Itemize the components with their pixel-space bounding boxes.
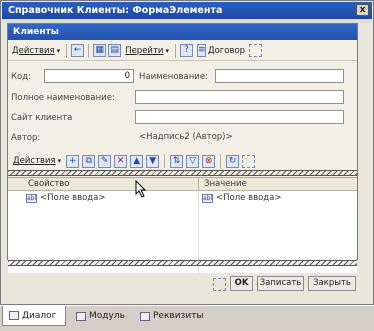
toolbar-separator — [164, 154, 166, 168]
mouse-cursor-icon — [135, 180, 147, 198]
goto-menu-label: Перейти — [125, 45, 164, 56]
toolbar-separator — [66, 43, 68, 58]
form-panel[interactable]: Клиенты Действия ▾ ← ▦ ▤ Перейти ▾ ? ≡ Д… — [7, 23, 358, 291]
resize-handle[interactable] — [8, 170, 357, 176]
move-down-icon[interactable]: ▼ — [146, 154, 160, 168]
value-cell[interactable]: abl <Поле ввода> — [202, 192, 282, 204]
table-actions-label: Действия — [13, 156, 56, 166]
add-row-icon[interactable]: + — [66, 154, 80, 168]
site-label: Сайт клиента — [11, 113, 73, 123]
site-field[interactable] — [135, 110, 344, 124]
outer-window-title: Справочник Клиенты: ФормаЭлемента — [8, 5, 223, 16]
tree-icon[interactable]: ▤ — [108, 44, 122, 57]
edit-row-icon[interactable]: ✎ — [98, 154, 112, 168]
back-arrow-icon[interactable]: ← — [71, 44, 85, 57]
name-field[interactable] — [215, 69, 344, 83]
toolbar-separator — [174, 43, 176, 58]
form-toolbar: Действия ▾ ← ▦ ▤ Перейти ▾ ? ≡ Договор — [8, 41, 357, 61]
copy-row-icon[interactable]: ⧉ — [82, 154, 96, 168]
toolbar-separator — [220, 154, 222, 168]
outer-titlebar: Справочник Клиенты: ФормаЭлемента x — [2, 2, 372, 19]
dotted-frame-icon[interactable] — [242, 154, 256, 168]
form-button-bar: OK Записать Закрыть — [8, 273, 359, 297]
refresh-icon[interactable]: ↻ — [226, 154, 240, 168]
name-label: Наименование: — [139, 72, 208, 82]
dotted-frame-icon[interactable] — [213, 278, 226, 291]
contract-button[interactable]: ≡ Договор — [195, 43, 247, 59]
property-cell-text: <Поле ввода> — [40, 193, 106, 203]
dialog-icon — [9, 311, 19, 320]
tab-attributes-label: Реквизиты — [153, 311, 204, 321]
code-label: Код: — [11, 72, 31, 82]
chevron-down-icon: ▾ — [57, 157, 62, 165]
tab-module[interactable]: Модуль — [70, 306, 132, 326]
sort-icon[interactable]: ⇅ — [170, 154, 184, 168]
outer-window: Справочник Клиенты: ФормаЭлемента x Клие… — [0, 0, 374, 305]
delete-row-icon[interactable]: ✕ — [114, 154, 128, 168]
author-value: <Надпись2 (Автор)> — [139, 132, 233, 142]
contract-label: Договор — [207, 45, 246, 56]
fullname-field[interactable] — [135, 90, 344, 104]
ok-button[interactable]: OK — [230, 276, 253, 291]
toolbar-separator — [88, 43, 90, 58]
close-icon[interactable]: x — [356, 4, 369, 16]
table-header: Свойство Значение — [8, 178, 357, 191]
help-icon[interactable]: ? — [179, 44, 193, 57]
column-header-property[interactable]: Свойство — [24, 178, 70, 191]
calendar-icon[interactable]: ▦ — [93, 44, 107, 57]
actions-menu-button[interactable]: Действия ▾ — [10, 43, 62, 59]
chevron-down-icon: ▾ — [56, 46, 61, 55]
input-field-icon: abl — [26, 193, 37, 203]
goto-menu-button[interactable]: Перейти ▾ — [123, 43, 171, 59]
table-row[interactable]: abl <Поле ввода> abl <Поле ввода> — [8, 192, 357, 204]
attributes-icon — [140, 311, 150, 321]
clear-filter-icon[interactable]: ⊗ — [202, 154, 216, 168]
form-titlebar: Клиенты — [8, 24, 357, 40]
bottom-resize-handle[interactable] — [8, 260, 357, 266]
author-label: Автор: — [11, 133, 41, 143]
dotted-frame-icon[interactable] — [249, 44, 263, 57]
fullname-label: Полное наименование: — [11, 93, 115, 103]
table-toolbar: Действия ▾ + ⧉ ✎ ✕ ▲ ▼ ⇅ ▽ ⊗ ↻ — [8, 152, 357, 170]
designer-tabs: Диалог Модуль Реквизиты — [0, 305, 374, 331]
tab-attributes[interactable]: Реквизиты — [134, 306, 216, 326]
table-actions-menu-button[interactable]: Действия ▾ — [11, 153, 63, 169]
input-field-icon: abl — [202, 193, 213, 203]
actions-menu-label: Действия — [12, 45, 55, 56]
chevron-down-icon: ▾ — [165, 46, 169, 55]
value-cell-text: <Поле ввода> — [216, 193, 282, 203]
close-button[interactable]: Закрыть — [308, 276, 356, 291]
document-icon: ≡ — [196, 44, 206, 57]
form-title: Клиенты — [13, 27, 59, 37]
move-up-icon[interactable]: ▲ — [130, 154, 144, 168]
filter-icon[interactable]: ▽ — [186, 154, 200, 168]
module-icon — [76, 311, 86, 321]
column-header-value[interactable]: Значение — [200, 178, 247, 191]
column-divider[interactable] — [198, 178, 199, 191]
code-field[interactable]: 0 — [44, 69, 134, 83]
save-button[interactable]: Записать — [257, 276, 304, 291]
properties-table[interactable]: Свойство Значение abl <Поле ввода> abl <… — [8, 177, 357, 274]
tab-module-label: Модуль — [89, 311, 125, 321]
property-cell[interactable]: abl <Поле ввода> — [26, 192, 106, 204]
tab-dialog[interactable]: Диалог — [2, 306, 66, 326]
tab-dialog-label: Диалог — [22, 310, 57, 321]
